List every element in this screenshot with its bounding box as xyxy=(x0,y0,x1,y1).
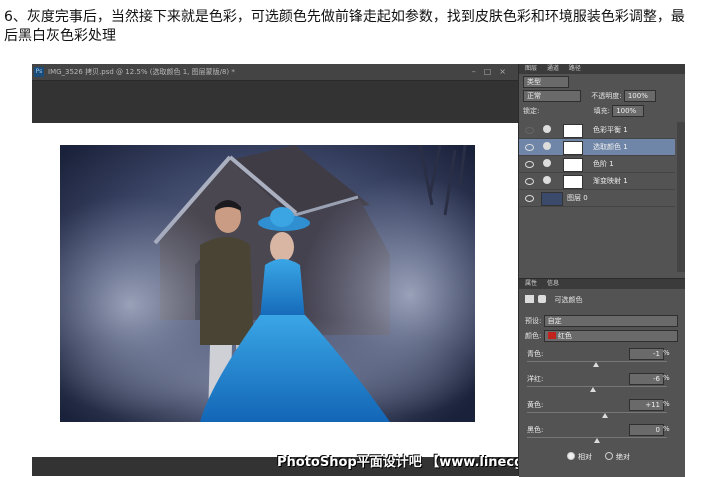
photoshop-logo-icon: Ps xyxy=(34,67,44,77)
layer-kind-select[interactable]: 类型 xyxy=(523,76,569,88)
layer-mask-thumbnail xyxy=(563,141,583,155)
slider-value-input[interactable]: 0 xyxy=(629,424,664,436)
properties-title-row: 可选颜色 xyxy=(519,295,685,305)
layers-scrollbar[interactable] xyxy=(677,122,685,272)
relative-label: 相对 xyxy=(578,453,592,461)
slider-track[interactable] xyxy=(527,386,667,387)
layer-name: 图层 0 xyxy=(567,194,588,202)
slider-label: 黄色: xyxy=(527,401,544,409)
document-tab[interactable]: Ps IMG_3526 拷贝.psd @ 12.5% (选取颜色 1, 图层蒙版… xyxy=(32,64,518,81)
selective-color-icon xyxy=(525,295,534,303)
slider-value-input[interactable]: -1 xyxy=(629,348,664,360)
tab-paths[interactable]: 路径 xyxy=(569,65,581,72)
layer-row[interactable]: 图层 0 xyxy=(519,190,675,207)
properties-panel: 属性 信息 可选颜色 预设: 自定 颜色: 红色 青色: -1% 洋红: -6% 黄色:… xyxy=(519,278,685,477)
layer-thumbnail xyxy=(541,192,563,206)
tab-layers[interactable]: 图层 xyxy=(525,65,537,72)
slider-label: 洋红: xyxy=(527,375,544,383)
blend-row: 正常 不透明度: 100% xyxy=(519,90,685,102)
slider-thumb[interactable] xyxy=(601,413,608,418)
right-panel-dock: 图层 通道 路径 类型 正常 不透明度: 100% 锁定: 填充: 100% 色… xyxy=(518,64,685,477)
slider-unit: % xyxy=(663,374,670,382)
radio-dot-icon xyxy=(567,452,575,460)
slider-value-input[interactable]: -6 xyxy=(629,373,664,385)
visibility-eye-icon[interactable] xyxy=(525,195,534,202)
opacity-input[interactable]: 100% xyxy=(623,90,656,102)
colors-value: 红色 xyxy=(557,332,572,340)
visibility-eye-icon[interactable] xyxy=(525,178,534,185)
fill-label: 填充: xyxy=(593,107,610,115)
slider-label: 青色: xyxy=(527,350,544,358)
slider-thumb[interactable] xyxy=(593,362,600,367)
colors-select[interactable]: 红色 xyxy=(543,330,678,342)
relative-radio[interactable]: 相对 xyxy=(567,452,592,462)
colors-label: 颜色: xyxy=(525,332,542,340)
preset-label: 预设: xyxy=(525,317,542,325)
tab-channels[interactable]: 通道 xyxy=(547,65,559,72)
slider-unit: % xyxy=(663,349,670,357)
slider-track[interactable] xyxy=(527,412,667,413)
adjustment-layer-icon xyxy=(543,176,551,184)
preset-select[interactable]: 自定 xyxy=(543,315,678,327)
layers-panel-tabs[interactable]: 图层 通道 路径 xyxy=(519,64,685,74)
fill-input[interactable]: 100% xyxy=(612,105,645,117)
slider-unit: % xyxy=(663,400,670,408)
adjustment-layer-icon xyxy=(543,125,551,133)
photoshop-window: Ps IMG_3526 拷贝.psd @ 12.5% (选取颜色 1, 图层蒙版… xyxy=(32,64,685,477)
color-swatch-icon xyxy=(547,332,556,339)
slider-thumb[interactable] xyxy=(594,438,600,443)
layer-mask-thumbnail xyxy=(563,175,583,189)
layer-name: 色阶 1 xyxy=(593,160,614,168)
visibility-eye-icon[interactable] xyxy=(525,144,534,151)
slider-unit: % xyxy=(663,425,670,433)
tab-properties[interactable]: 属性 xyxy=(525,280,537,287)
mask-icon[interactable] xyxy=(538,295,547,303)
radio-dot-icon xyxy=(605,452,613,460)
blend-mode-select[interactable]: 正常 xyxy=(523,90,581,102)
wedding-photo xyxy=(60,145,475,422)
lock-row: 锁定: 填充: 100% xyxy=(519,105,685,117)
layer-name: 渐变映射 1 xyxy=(593,177,628,185)
layer-row[interactable]: 渐变映射 1 xyxy=(519,173,675,190)
absolute-radio[interactable]: 绝对 xyxy=(605,452,630,462)
layer-mask-thumbnail xyxy=(563,124,583,138)
tab-info[interactable]: 信息 xyxy=(547,280,559,287)
adjustment-layer-icon xyxy=(543,159,551,167)
slider-label: 黑色: xyxy=(527,426,544,434)
layer-name: 选取颜色 1 xyxy=(593,143,628,151)
properties-panel-tabs[interactable]: 属性 信息 xyxy=(519,279,685,289)
properties-title: 可选颜色 xyxy=(554,296,583,304)
slider-value-input[interactable]: +11 xyxy=(629,399,664,411)
document-title: IMG_3526 拷贝.psd @ 12.5% (选取颜色 1, 图层蒙版/8)… xyxy=(48,68,235,76)
absolute-label: 绝对 xyxy=(616,453,630,461)
colors-row: 颜色: 红色 xyxy=(519,330,685,342)
lock-label: 锁定: xyxy=(523,107,540,115)
layer-row-selected[interactable]: 选取颜色 1 xyxy=(519,139,675,156)
window-controls[interactable]: –□× xyxy=(472,64,514,80)
opacity-label: 不透明度: xyxy=(591,92,622,100)
layer-row[interactable]: 色彩平衡 1 xyxy=(519,122,675,139)
layer-name: 色彩平衡 1 xyxy=(593,126,628,134)
adjustment-layer-icon xyxy=(543,142,551,150)
preset-row: 预设: 自定 xyxy=(519,315,685,327)
slider-thumb[interactable] xyxy=(589,387,596,392)
layer-filter-row: 类型 xyxy=(519,76,685,88)
visibility-eye-icon[interactable] xyxy=(525,127,534,134)
caption-text: 6、灰度完事后，当然接下来就是色彩，可选颜色先做前锋走起如参数，找到皮肤色彩和环… xyxy=(4,9,685,44)
layer-mask-thumbnail xyxy=(563,158,583,172)
visibility-eye-icon[interactable] xyxy=(525,161,534,168)
layer-row[interactable]: 色阶 1 xyxy=(519,156,675,173)
